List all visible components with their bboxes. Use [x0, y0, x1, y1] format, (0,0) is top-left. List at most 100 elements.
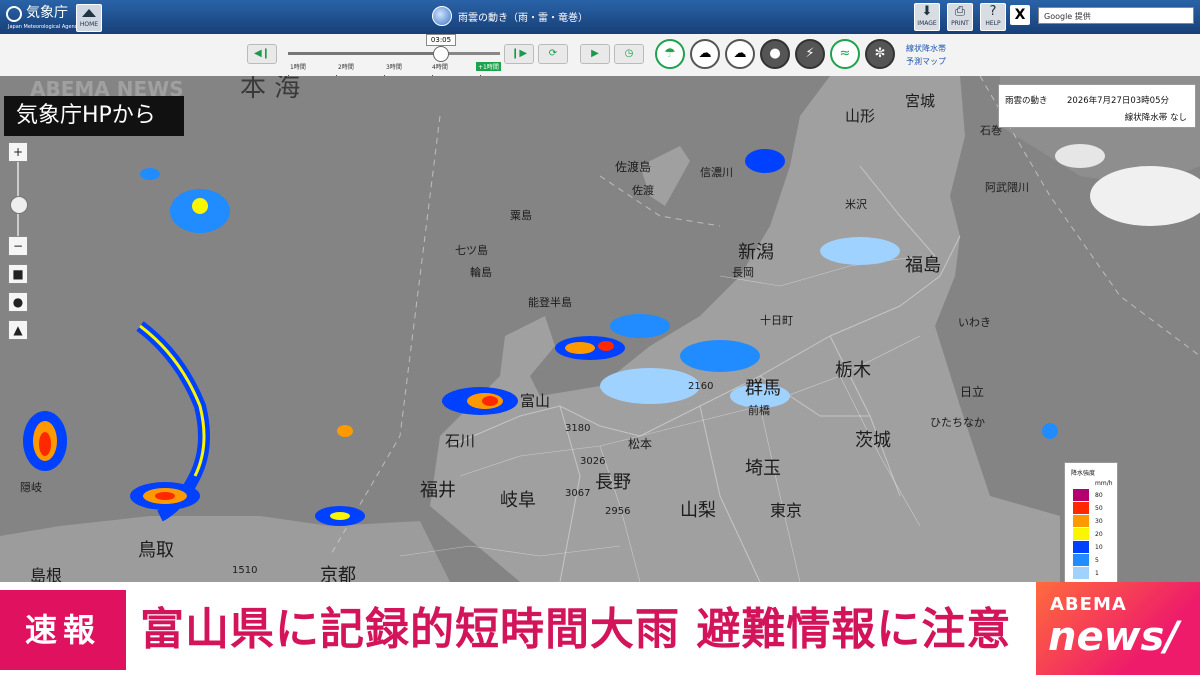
- linear-rainband-link[interactable]: 線状降水帯: [906, 43, 946, 54]
- map-label-fukushima: 福島: [905, 255, 941, 276]
- legend-swatch: [1073, 515, 1089, 527]
- zoom-control[interactable]: + − ■ ● ▲: [8, 142, 28, 342]
- legend-title: 降水強度: [1071, 470, 1096, 477]
- map-label-maebashi: 前橋: [748, 403, 770, 417]
- globe-icon: [432, 6, 452, 26]
- tick-label: 4時間: [432, 64, 448, 71]
- panel-datetime: 2026年7月27日03時05分: [1067, 96, 1169, 106]
- tick-label: 1時間: [290, 64, 306, 71]
- breaking-tag: 速報: [0, 590, 126, 670]
- forecast-map-link[interactable]: 予測マップ: [906, 56, 946, 67]
- terrain-layer-icon[interactable]: ▲: [8, 320, 28, 340]
- legend-swatch: [1073, 528, 1089, 540]
- map-label-shinano: 信濃川: [700, 165, 733, 179]
- map-label-tokamachi: 十日町: [760, 313, 793, 327]
- map-layer-icon[interactable]: ■: [8, 264, 28, 284]
- map-label-ishikawa: 石川: [445, 432, 475, 450]
- legend-label: 80: [1095, 492, 1103, 499]
- x-share-button[interactable]: X: [1010, 5, 1030, 25]
- brand-bottom: news/: [1048, 614, 1179, 660]
- linear-rain-icon[interactable]: ≈: [830, 39, 860, 69]
- map-label-nanatsu: 七ツ島: [455, 243, 488, 257]
- jma-emblem-icon: [6, 6, 22, 22]
- rain-cloud-icon[interactable]: ☂: [655, 39, 685, 69]
- map-label-fukui: 福井: [420, 480, 456, 501]
- map-label-gunma: 群馬: [745, 378, 781, 399]
- map-label-niigata: 新潟: [738, 242, 774, 263]
- legend-swatch: [1073, 541, 1089, 553]
- map-peak: 3067: [565, 488, 590, 499]
- legend-swatch: [1073, 567, 1089, 579]
- legend-label: 1: [1095, 570, 1099, 577]
- tick-label: 3時間: [386, 64, 402, 71]
- map-label-miyagi: 宮城: [905, 92, 935, 110]
- legend-swatch: [1073, 489, 1089, 501]
- download-icon: ⬇: [921, 4, 933, 19]
- source-badge: 気象庁HPから: [4, 96, 184, 136]
- zoom-knob[interactable]: [10, 196, 28, 214]
- print-button[interactable]: ⎙ PRINT: [947, 3, 973, 31]
- header-bar: 気象庁 Japan Meteorological Agency HOME 雨雲の…: [0, 0, 1200, 34]
- map-label-yonezawa: 米沢: [845, 197, 867, 211]
- home-label: HOME: [79, 21, 99, 28]
- page-title[interactable]: 雨雲の動き（雨・雷・竜巻）: [432, 6, 588, 26]
- map-label-matsumoto: 松本: [628, 437, 652, 451]
- abema-news-logo: ABEMA news/: [1036, 582, 1200, 675]
- swirl-icon[interactable]: ✼: [865, 39, 895, 69]
- skip-start-button[interactable]: ◀❙: [247, 44, 277, 64]
- print-icon: ⎙: [954, 4, 966, 19]
- panel-title: 雨雲の動き: [1005, 96, 1048, 106]
- home-button[interactable]: HOME: [76, 4, 102, 32]
- raindrop-icon[interactable]: ●: [760, 39, 790, 69]
- refresh-button[interactable]: ⟳: [538, 44, 568, 64]
- jma-logo[interactable]: 気象庁 Japan Meteorological Agency: [6, 4, 80, 30]
- google-search-input[interactable]: Google 提供: [1038, 7, 1194, 24]
- headline-text: 富山県に記録的短時間大雨 避難情報に注意: [140, 604, 1012, 655]
- skip-end-button[interactable]: ❙▶: [504, 44, 534, 64]
- thunder-cloud-icon[interactable]: ☁: [690, 39, 720, 69]
- map-label-wajima: 輪島: [470, 265, 492, 279]
- map-peak: 3026: [580, 456, 605, 467]
- map-label-awashima: 粟島: [510, 208, 532, 222]
- play-button[interactable]: ▶: [580, 44, 610, 64]
- help-button[interactable]: ? HELP: [980, 3, 1006, 31]
- tornado-cloud-icon[interactable]: ☁: [725, 39, 755, 69]
- time-slider[interactable]: [288, 46, 500, 79]
- forecast-label: +1時間: [476, 62, 501, 71]
- map-canvas: 本 海 佐渡島 佐渡 粟島 七ツ島 輪島 能登半島 山形 宮城 新潟 福島 富山…: [0, 73, 1200, 586]
- rain-map[interactable]: 本 海 佐渡島 佐渡 粟島 七ツ島 輪島 能登半島 山形 宮城 新潟 福島 富山…: [0, 73, 1200, 586]
- time-slider-fill: [288, 52, 440, 55]
- map-label-oki: 隠岐: [20, 481, 42, 494]
- intensity-legend: 降水強度 mm/h 80 50 30 20 10 5 1: [1064, 462, 1118, 584]
- legend-label: 20: [1095, 531, 1103, 538]
- help-icon: ?: [989, 4, 997, 19]
- legend-label: 30: [1095, 518, 1103, 525]
- legend-label: 5: [1095, 557, 1099, 564]
- legend-label: 10: [1095, 544, 1103, 551]
- time-slider-knob[interactable]: [433, 46, 449, 62]
- map-label-abukuma: 阿武隈川: [985, 181, 1029, 194]
- map-label-ibaraki: 茨城: [855, 430, 891, 451]
- page-title-text: 雨雲の動き（雨・雷・竜巻）: [458, 12, 588, 24]
- map-label-gifu: 岐阜: [500, 490, 536, 511]
- time-control-bar: ◀❙ 03:05 1時間 2時間 3時間 4時間 +1時間 ❙▶ ⟳ ▶ ◷ ☂…: [0, 34, 1200, 79]
- map-peak: 3180: [565, 423, 590, 434]
- map-label-hitachi: 日立: [960, 384, 984, 399]
- panel-status: 線状降水帯 なし: [1124, 113, 1187, 123]
- map-label-tokyo: 東京: [770, 501, 802, 520]
- image-download-button[interactable]: ⬇ IMAGE: [914, 3, 940, 31]
- map-label-iwaki: いわき: [958, 316, 991, 329]
- map-peak: 2956: [605, 506, 630, 517]
- zoom-in-button[interactable]: +: [8, 142, 28, 162]
- zoom-out-button[interactable]: −: [8, 236, 28, 256]
- legend-unit: mm/h: [1095, 480, 1113, 487]
- logo-text: 気象庁: [26, 5, 68, 21]
- map-label-saitama: 埼玉: [745, 458, 781, 479]
- water-layer-icon[interactable]: ●: [8, 292, 28, 312]
- map-peak: 2160: [688, 381, 713, 392]
- map-label-nagaoka: 長岡: [732, 266, 754, 279]
- speed-button[interactable]: ◷: [614, 44, 644, 64]
- brand-top: ABEMA: [1050, 594, 1127, 615]
- map-label-hitachinaka: ひたちなか: [930, 416, 985, 429]
- lightning-icon[interactable]: ⚡: [795, 39, 825, 69]
